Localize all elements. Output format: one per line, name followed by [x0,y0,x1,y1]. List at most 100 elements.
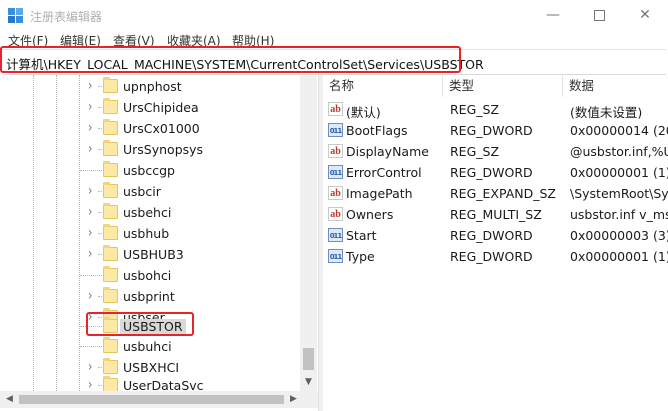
tree-item-usbprint[interactable]: › usbprint [0,286,300,307]
chevron-right-icon[interactable]: › [88,287,92,304]
binary-value-icon: 011 [328,165,343,179]
column-header-name[interactable]: 名称 [323,75,443,97]
value-type: REG_DWORD [450,249,533,264]
address-highlight-box [0,46,461,73]
tree-item-label: UrsSynopsys [123,142,204,157]
value-row[interactable]: ab ImagePath REG_EXPAND_SZ \SystemRoot\S… [323,183,668,204]
maximize-button[interactable] [576,0,622,30]
binary-value-icon: 011 [328,123,343,137]
value-name: ImagePath [346,186,413,201]
value-name: Type [346,249,375,264]
title-bar[interactable]: 注册表编辑器 — ✕ [0,0,668,30]
tree-item-usbuhci[interactable]: usbuhci [0,336,300,357]
value-name: DisplayName [346,144,429,159]
chevron-right-icon[interactable]: › [88,119,92,136]
value-data: usbstor.inf v_ms [570,207,668,222]
folder-icon [103,140,118,156]
value-data: 0x00000003 (3) [570,228,668,243]
scroll-down-arrow-icon[interactable]: ▼ [300,374,317,391]
value-name: Start [346,228,377,243]
scroll-right-arrow-icon[interactable]: ▶ [286,391,301,408]
value-name: (默认) [346,105,381,120]
value-row[interactable]: 011 Start REG_DWORD 0x00000003 (3) [323,225,668,246]
folder-icon [103,203,118,219]
value-row[interactable]: ab DisplayName REG_SZ @usbstor.inf,%U [323,141,668,162]
folder-icon [103,358,118,374]
folder-icon [103,245,118,261]
value-name: Owners [346,207,394,222]
chevron-right-icon[interactable]: › [88,358,92,375]
value-data: 0x00000001 (1) [570,249,668,264]
tree-item-label: USBHUB3 [123,247,184,262]
column-header-type[interactable]: 类型 [443,75,563,97]
column-header-data[interactable]: 数据 [563,75,668,97]
chevron-right-icon[interactable]: › [88,245,92,262]
tree-item-label: usbohci [123,268,172,283]
chevron-right-icon[interactable]: › [88,224,92,241]
string-value-icon: ab [328,102,343,116]
chevron-right-icon[interactable]: › [88,182,92,199]
tree-item-label: usbuhci [123,339,172,354]
minimize-icon: — [546,7,560,23]
close-icon: ✕ [639,7,651,23]
scroll-left-arrow-icon[interactable]: ◀ [2,391,17,408]
value-row[interactable]: 011 BootFlags REG_DWORD 0x00000014 (20) [323,120,668,141]
value-row[interactable]: ab (默认) REG_SZ (数值未设置) [323,99,668,120]
maximize-icon [593,9,605,21]
folder-icon [103,224,118,240]
folder-icon [103,376,118,392]
value-data: 0x00000014 (20) [570,123,668,138]
tree-item-usbccgp[interactable]: usbccgp [0,160,300,181]
value-type: REG_DWORD [450,123,533,138]
tree-item-label: usbhub [123,226,170,241]
value-data: \SystemRoot\Sys [570,186,668,201]
registry-editor-icon [8,8,23,23]
value-type: REG_DWORD [450,228,533,243]
string-value-icon: ab [328,186,343,200]
chevron-right-icon[interactable]: › [88,203,92,220]
tree-vertical-scrollbar[interactable] [300,75,317,391]
tree-item-usbehci[interactable]: › usbehci [0,202,300,223]
folder-icon [103,77,118,93]
value-type: REG_SZ [450,102,500,117]
minimize-button[interactable]: — [530,0,576,30]
tree-item-urscx01000[interactable]: › UrsCx01000 [0,118,300,139]
tree-item-usbcir[interactable]: › usbcir [0,181,300,202]
tree-item-urssynopsys[interactable]: › UrsSynopsys [0,139,300,160]
value-type: REG_EXPAND_SZ [450,186,556,201]
tree-item-usbohci[interactable]: usbohci [0,265,300,286]
value-row[interactable]: 011 Type REG_DWORD 0x00000001 (1) [323,246,668,267]
value-row[interactable]: ab Owners REG_MULTI_SZ usbstor.inf v_ms [323,204,668,225]
tree-item-label: usbccgp [123,163,175,178]
folder-icon [103,287,118,303]
close-button[interactable]: ✕ [622,0,668,30]
value-type: REG_MULTI_SZ [450,207,542,222]
value-type: REG_SZ [450,144,500,159]
tree-item-label: usbcir [123,184,161,199]
tree-item-urschipidea[interactable]: › UrsChipidea [0,97,300,118]
tree-horizontal-scroll-thumb[interactable] [19,395,284,404]
folder-icon [103,266,118,282]
window-title: 注册表编辑器 [30,10,103,24]
tree-item-label: UrsChipidea [123,100,199,115]
folder-icon [103,337,118,353]
folder-icon [103,161,118,177]
value-name: BootFlags [346,123,408,138]
chevron-right-icon[interactable]: › [88,77,92,94]
key-tree[interactable]: › upnphost › UrsChipidea › UrsCx01000 › UrsS… [0,75,318,411]
folder-icon [103,98,118,114]
chevron-right-icon[interactable]: › [88,140,92,157]
chevron-right-icon[interactable]: › [88,98,92,115]
tree-item-label: upnphost [123,79,182,94]
string-value-icon: ab [328,207,343,221]
tree-item-label: USBXHCI [123,360,180,375]
tree-vertical-scroll-thumb[interactable] [303,348,314,370]
value-data: 0x00000001 (1) [570,165,668,180]
tree-item-usbhub3[interactable]: › USBHUB3 [0,244,300,265]
value-data: @usbstor.inf,%U [570,144,668,159]
tree-item-usbhub[interactable]: › usbhub [0,223,300,244]
tree-item-upnphost[interactable]: › upnphost [0,76,300,97]
binary-value-icon: 011 [328,228,343,242]
values-list[interactable]: 名称 类型 数据 ab (默认) REG_SZ (数值未设置) 011 Boot… [323,75,668,411]
value-row[interactable]: 011 ErrorControl REG_DWORD 0x00000001 (1… [323,162,668,183]
